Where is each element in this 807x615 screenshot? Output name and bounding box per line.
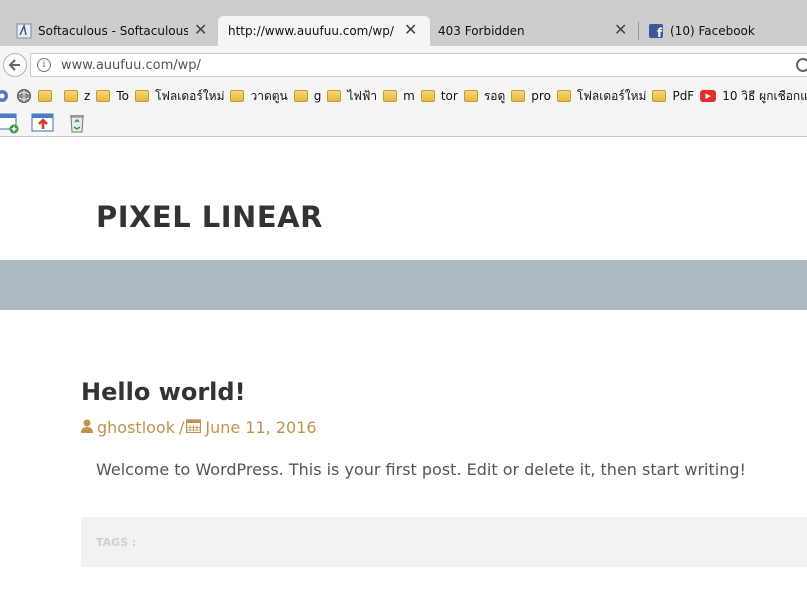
folder-icon	[230, 90, 245, 102]
close-icon[interactable]: ✕	[404, 22, 417, 38]
post-author[interactable]: ghostlook	[97, 418, 175, 437]
web-page: PIXEL LINEAR Hello world! ghostlook / Ju…	[0, 138, 807, 615]
tags-bar: TAGS :	[81, 517, 807, 567]
close-icon[interactable]: ✕	[194, 22, 207, 38]
bookmark-folder[interactable]: z	[64, 89, 90, 103]
bookmark-folder[interactable]: To	[96, 89, 129, 103]
bookmark-folder[interactable]: g	[293, 89, 321, 103]
tab-403[interactable]: 403 Forbidden ✕	[430, 16, 636, 46]
bookmark-youtube[interactable]: ▶10 วิธี ผูกเชือกแบบเ	[700, 87, 807, 106]
softaculous-icon	[16, 23, 32, 39]
tab-facebook[interactable]: f (10) Facebook	[632, 16, 807, 46]
tab-title: (10) Facebook	[670, 24, 755, 38]
site-title[interactable]: PIXEL LINEAR	[96, 200, 323, 234]
folder-icon	[38, 90, 52, 102]
post-title[interactable]: Hello world!	[81, 378, 246, 406]
bookmark-folder[interactable]: pro	[511, 89, 551, 103]
tab-title: 403 Forbidden	[438, 24, 525, 38]
user-icon	[81, 418, 93, 437]
globe-icon[interactable]	[16, 88, 32, 104]
folder-icon	[327, 90, 342, 102]
folder-icon	[652, 90, 667, 102]
folder-icon	[134, 90, 149, 102]
header-banner	[0, 260, 807, 310]
folder-icon	[383, 90, 398, 102]
url-text[interactable]: www.auufuu.com/wp/	[61, 58, 201, 73]
recycle-bin-icon[interactable]	[67, 112, 87, 133]
extension-toolbar	[0, 108, 807, 137]
tags-label: TAGS :	[96, 536, 137, 549]
bookmark-folder[interactable]: tor	[420, 89, 458, 103]
back-arrow-icon	[8, 59, 20, 71]
meta-separator: /	[178, 418, 185, 437]
navigation-bar: i www.auufuu.com/wp/	[0, 46, 807, 84]
youtube-icon: ▶	[700, 90, 717, 102]
folder-icon	[556, 90, 571, 102]
bookmark-folder[interactable]: รอดู	[463, 87, 505, 106]
bookmark-folder[interactable]: m	[383, 89, 415, 103]
bookmark-folder[interactable]: โฟลเดอร์ใหม่	[556, 87, 646, 106]
folder-icon	[463, 90, 478, 102]
folder-icon	[96, 90, 111, 102]
folder-icon	[64, 90, 78, 102]
close-icon[interactable]: ✕	[614, 22, 627, 38]
bookmark-folder[interactable]: วาดตูน	[230, 87, 288, 106]
bookmarks-bar: z To โฟลเดอร์ใหม่ วาดตูน g ไฟฟ้า m tor ร…	[0, 84, 807, 108]
post-content: Welcome to WordPress. This is your first…	[96, 460, 746, 479]
bookmark-folder[interactable]: PdF	[652, 89, 694, 103]
reload-icon[interactable]	[796, 58, 807, 72]
info-icon[interactable]: i	[37, 58, 51, 72]
add-window-icon[interactable]	[0, 112, 19, 134]
back-button[interactable]	[3, 53, 27, 77]
bookmark-folder[interactable]: ไฟฟ้า	[327, 87, 377, 106]
folder-icon	[511, 90, 526, 102]
post-meta: ghostlook / June 11, 2016	[81, 418, 317, 437]
upload-icon[interactable]	[31, 112, 54, 132]
address-bar[interactable]: i www.auufuu.com/wp/	[30, 53, 807, 77]
bookmark-folder[interactable]	[38, 90, 58, 102]
settings-icon[interactable]	[0, 88, 10, 104]
tab-title: Softaculous - Softaculous ...	[38, 24, 188, 38]
tab-title: http://www.auufuu.com/wp/	[228, 24, 394, 38]
tab-softaculous[interactable]: Softaculous - Softaculous ... ✕	[0, 16, 216, 46]
calendar-icon	[186, 418, 202, 437]
post-date[interactable]: June 11, 2016	[205, 418, 316, 437]
bookmark-folder[interactable]: โฟลเดอร์ใหม่	[134, 87, 224, 106]
folder-icon	[420, 90, 435, 102]
svg-text:f: f	[657, 26, 663, 39]
folder-icon	[293, 90, 308, 102]
tab-active[interactable]: http://www.auufuu.com/wp/ ✕	[218, 16, 430, 46]
tab-strip: Softaculous - Softaculous ... ✕ http://w…	[0, 0, 807, 46]
facebook-icon: f	[648, 23, 664, 39]
